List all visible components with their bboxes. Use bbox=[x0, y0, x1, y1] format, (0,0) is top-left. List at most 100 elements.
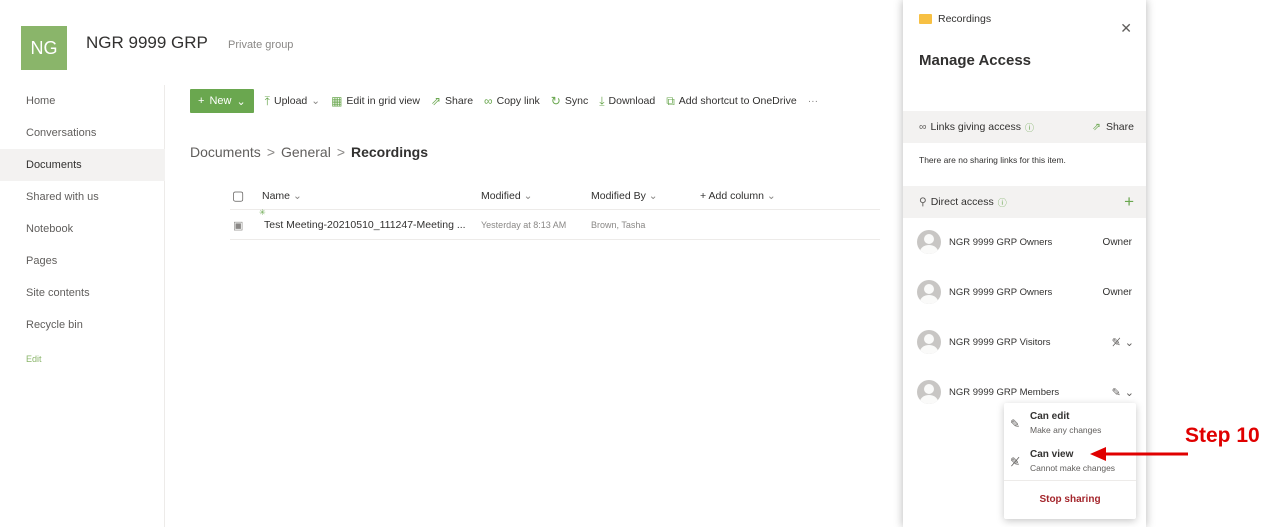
column-name[interactable]: Name ⌄ bbox=[262, 182, 302, 210]
grid-icon: ▦ bbox=[331, 94, 343, 108]
sync-label: Sync bbox=[564, 95, 589, 107]
new-button[interactable]: + New ⌄ bbox=[190, 89, 254, 113]
no-edit-icon: ✎̸ bbox=[1010, 455, 1021, 469]
command-bar: + New ⌄ ⤒ Upload ⌄ ▦ Edit in grid view ⇗… bbox=[190, 89, 900, 113]
column-name-label: Name bbox=[262, 190, 291, 202]
file-row[interactable]: ▣ ✳ Test Meeting-20210510_111247-Meeting… bbox=[230, 208, 880, 240]
share-icon: ⇗ bbox=[1092, 121, 1101, 133]
links-section: ∞ Links giving access ⓘ ⇗ Share bbox=[903, 111, 1146, 143]
chevron-down-icon: ⌄ bbox=[1124, 336, 1134, 349]
stop-sharing-button[interactable]: Stop sharing bbox=[1004, 483, 1136, 515]
step-arrow-icon bbox=[1090, 447, 1188, 461]
breadcrumb-general[interactable]: General bbox=[281, 144, 331, 160]
upload-icon: ⤒ bbox=[264, 93, 270, 108]
download-icon: ⤓ bbox=[599, 93, 605, 108]
site-logo[interactable]: NG bbox=[21, 26, 67, 70]
can-edit-title: Can edit bbox=[1030, 411, 1070, 422]
column-add[interactable]: + Add column ⌄ bbox=[700, 182, 776, 210]
direct-access-label: ⚲ Direct access ⓘ bbox=[919, 196, 1007, 209]
link-icon: ∞ bbox=[484, 94, 493, 108]
member-name: NGR 9999 GRP Owners bbox=[949, 286, 1053, 298]
nav-item-shared-with-us[interactable]: Shared with us bbox=[0, 181, 165, 213]
upload-button[interactable]: ⤒ Upload ⌄ bbox=[265, 94, 320, 109]
sync-icon: ↻ bbox=[550, 94, 561, 108]
download-button[interactable]: ⤓ Download bbox=[599, 94, 655, 109]
link-icon: ∞ bbox=[919, 121, 927, 133]
breadcrumb-separator: > bbox=[266, 144, 275, 160]
member-name: NGR 9999 GRP Visitors bbox=[949, 336, 1051, 348]
no-edit-icon: ✎̸ bbox=[1111, 336, 1121, 349]
pencil-icon: ✎ bbox=[1010, 417, 1021, 431]
menu-item-can-edit[interactable]: ✎ Can edit Make any changes bbox=[1004, 405, 1136, 445]
breadcrumb-separator: > bbox=[336, 144, 345, 160]
column-modified-by[interactable]: Modified By ⌄ bbox=[591, 182, 658, 210]
member-row: NGR 9999 GRP Members ✎ ⌄ bbox=[917, 379, 1142, 405]
direct-access-section: ⚲ Direct access ⓘ + bbox=[903, 186, 1146, 218]
copy-link-button[interactable]: ∞ Copy link bbox=[484, 94, 540, 108]
file-type-icon[interactable]: ▢ bbox=[232, 182, 244, 210]
breadcrumb-current: Recordings bbox=[351, 144, 429, 160]
file-name[interactable]: Test Meeting-20210510_111247-Meeting ... bbox=[264, 210, 466, 240]
avatar bbox=[917, 280, 941, 304]
nav-item-site-contents[interactable]: Site contents bbox=[0, 277, 165, 309]
direct-access-text: Direct access bbox=[930, 196, 994, 208]
info-icon[interactable]: ⓘ bbox=[1025, 121, 1034, 134]
step-label: Step 10 bbox=[1185, 424, 1260, 447]
nav-item-notebook[interactable]: Notebook bbox=[0, 213, 165, 245]
chevron-down-icon: ⌄ bbox=[311, 95, 321, 107]
chevron-down-icon: ⌄ bbox=[1124, 386, 1134, 399]
chevron-down-icon: ⌄ bbox=[523, 190, 533, 202]
nav-item-documents[interactable]: Documents bbox=[0, 149, 165, 181]
site-header: NG NGR 9999 GRP Private group bbox=[0, 0, 900, 82]
can-edit-desc: Make any changes bbox=[1030, 425, 1102, 435]
shortcut-icon: ⧉ bbox=[666, 93, 675, 108]
nav-item-home[interactable]: Home bbox=[0, 85, 165, 117]
nav-item-recycle-bin[interactable]: Recycle bin bbox=[0, 309, 165, 341]
avatar bbox=[917, 230, 941, 254]
nav-item-conversations[interactable]: Conversations bbox=[0, 117, 165, 149]
chevron-down-icon: ⌄ bbox=[292, 190, 302, 202]
add-shortcut-button[interactable]: ⧉ Add shortcut to OneDrive bbox=[666, 94, 796, 109]
file-modified: Yesterday at 8:13 AM bbox=[481, 220, 567, 230]
close-icon[interactable]: ✕ bbox=[1120, 20, 1132, 37]
site-title[interactable]: NGR 9999 GRP bbox=[86, 33, 208, 53]
upload-label: Upload bbox=[273, 95, 308, 107]
file-list-header: ▢ Name ⌄ Modified ⌄ Modified By ⌄ + Add … bbox=[230, 182, 880, 210]
edit-grid-label: Edit in grid view bbox=[346, 95, 420, 107]
folder-icon bbox=[919, 14, 932, 24]
panel-share-button[interactable]: ⇗ Share bbox=[1092, 121, 1134, 133]
edit-grid-view-button[interactable]: ▦ Edit in grid view bbox=[331, 94, 420, 108]
links-section-text: Links giving access bbox=[930, 121, 1021, 133]
file-modified-by: Brown, Tasha bbox=[591, 220, 646, 230]
person-icon: ⚲ bbox=[919, 196, 927, 208]
copy-link-label: Copy link bbox=[496, 95, 540, 107]
can-view-title: Can view bbox=[1030, 449, 1074, 460]
panel-share-label: Share bbox=[1105, 121, 1134, 133]
pencil-icon: ✎ bbox=[1111, 386, 1121, 399]
info-icon[interactable]: ⓘ bbox=[998, 196, 1007, 209]
column-add-label: + Add column bbox=[700, 190, 764, 202]
panel-folder-name: Recordings bbox=[938, 13, 992, 25]
permission-dropdown[interactable]: ✎ ⌄ bbox=[1112, 386, 1134, 399]
chevron-down-icon: ⌄ bbox=[648, 190, 658, 202]
share-button[interactable]: ⇗ Share bbox=[431, 94, 473, 108]
add-access-button[interactable]: + bbox=[1124, 192, 1134, 212]
sync-button[interactable]: ↻ Sync bbox=[551, 94, 588, 108]
nav-item-pages[interactable]: Pages bbox=[0, 245, 165, 277]
column-modified-label: Modified bbox=[481, 190, 521, 202]
permission-dropdown[interactable]: ✎̸ ⌄ bbox=[1112, 336, 1134, 349]
member-row: NGR 9999 GRP Visitors ✎̸ ⌄ bbox=[917, 329, 1142, 355]
member-row: NGR 9999 GRP Owners Owner bbox=[917, 279, 1142, 305]
avatar bbox=[917, 330, 941, 354]
member-role: Owner bbox=[1102, 236, 1132, 248]
breadcrumb: Documents > General > Recordings bbox=[190, 144, 428, 160]
share-icon: ⇗ bbox=[430, 94, 442, 108]
more-label: ··· bbox=[807, 95, 819, 107]
breadcrumb-documents[interactable]: Documents bbox=[190, 144, 261, 160]
column-modified[interactable]: Modified ⌄ bbox=[481, 182, 532, 210]
nav-edit-link[interactable]: Edit bbox=[26, 354, 42, 364]
can-view-desc: Cannot make changes bbox=[1030, 463, 1116, 473]
more-button[interactable]: ··· bbox=[808, 95, 819, 107]
download-label: Download bbox=[608, 95, 656, 107]
chevron-down-icon: ⌄ bbox=[766, 190, 776, 202]
